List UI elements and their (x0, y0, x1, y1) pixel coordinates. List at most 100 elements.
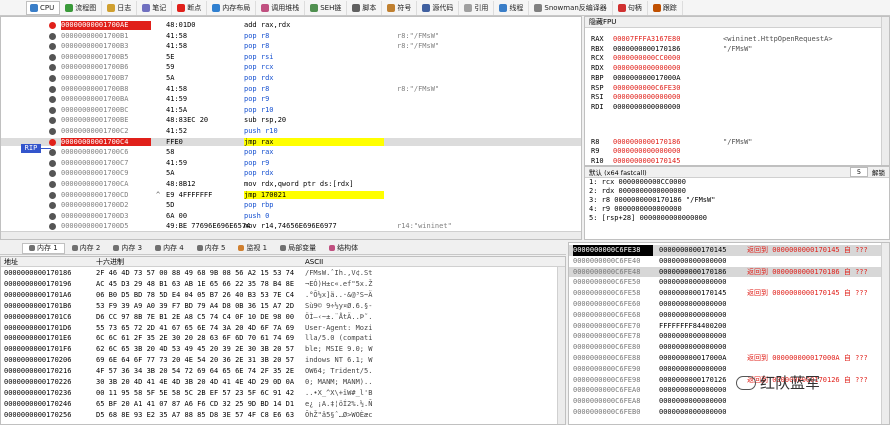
disasm-row[interactable]: 00000000001700BE 48:83EC 20 sub rsp,20 (1, 116, 581, 125)
disasm-row[interactable]: 00000000001700D5 49:BE 77696E696E6574 mov … (1, 222, 581, 231)
dump-hex[interactable]: D6 CC 97 8B 7E B1 2E A8 C5 74 C4 0F 10 D… (96, 312, 301, 322)
dump-row[interactable]: 00000000001701F6 62 6C 65 3B 20 4D 53 49 … (1, 344, 565, 354)
register-value[interactable]: 0000000000CC0000 (613, 54, 723, 63)
register-rcx[interactable]: RCX 0000000000CC0000 (591, 54, 723, 63)
dump-ascii[interactable]: ble; MSIE 9.0; W (305, 344, 505, 354)
dump-tab-3[interactable]: 内存 4 (149, 243, 190, 254)
stack-row[interactable]: 0000000000C6FE98 0000000000170126 返回到 0000… (569, 375, 889, 386)
disasm-row[interactable]: 00000000001700B1 41:58 pop r8 r8:"/FMsW" (1, 32, 581, 41)
register-rsi[interactable]: RSI 0000000000000000 (591, 93, 723, 102)
disasm-row[interactable]: 00000000001700AE 48:01D0 add rax,rdx (1, 21, 581, 30)
breakpoint-dot-icon[interactable] (49, 64, 56, 72)
stack-row[interactable]: 0000000000C6FE90 0000000000000000 (569, 364, 889, 375)
disasm-row[interactable]: 00000000001700B5 5E pop rsi (1, 53, 581, 62)
unlock-checkbox[interactable]: 解锁 (872, 167, 885, 177)
toolbar-tab-1[interactable]: 流程图 (62, 0, 103, 15)
disasm-row[interactable]: 00000000001700BC 41:5A pop r10 (1, 106, 581, 115)
stack-row[interactable]: 0000000000C6FE58 0000000000170145 返回到 0000… (569, 288, 889, 299)
register-value[interactable]: 00007FFFA3167E80 (613, 35, 723, 44)
register-value[interactable]: 0000000000170186 (613, 138, 723, 147)
disasm-row[interactable]: 00000000001700CA 48:8B12 mov rdx,qword ptr… (1, 180, 581, 189)
register-r8[interactable]: R8 0000000000170186 "/FMsW" (591, 138, 753, 147)
dump-row[interactable]: 00000000001701A6 06 B0 D5 BD 78 5D E4 04 … (1, 290, 565, 300)
dump-hex[interactable]: AC 45 D3 29 48 B1 63 AB 1E 65 66 22 35 7… (96, 279, 301, 289)
register-value[interactable]: 0000000000000000 (613, 64, 723, 73)
disasm-row[interactable]: 00000000001700B8 41:58 pop r8 r8:"/FMsW" (1, 85, 581, 94)
dump-ascii[interactable]: ÖÌ—‹~±.¨ÅtÄ..Þ˜. (305, 312, 505, 322)
stack-row[interactable]: 0000000000C6FE40 0000000000000000 (569, 256, 889, 267)
cpu-horizontal-scrollbar[interactable] (1, 231, 581, 239)
hide-fpu-button[interactable]: 隐藏FPU (585, 17, 889, 28)
dump-row[interactable]: 0000000000170256 D5 68 8E 93 E2 35 A7 88 … (1, 410, 565, 420)
disasm-row[interactable]: 00000000001700C7 41:59 pop r9 (1, 159, 581, 168)
register-rdx[interactable]: RDX 0000000000000000 (591, 64, 723, 73)
dump-hex[interactable]: 55 73 65 72 2D 41 67 65 6E 74 3A 20 4D 6… (96, 323, 301, 333)
dump-tab-5[interactable]: 监视 1 (232, 243, 273, 254)
breakpoint-dot-icon[interactable] (49, 32, 56, 40)
disasm-row[interactable]: 00000000001700C4 FFE0 jmp rax (1, 137, 581, 147)
register-rsp[interactable]: RSP 0000000000C6FE30 (591, 84, 723, 93)
dump-hex[interactable]: 4F 57 36 34 3B 20 54 72 69 64 65 6E 74 2… (96, 366, 301, 376)
toolbar-tab-8[interactable]: 脚本 (349, 0, 383, 15)
dump-hex[interactable]: 62 6C 65 3B 20 4D 53 49 45 20 39 2E 30 3… (96, 344, 301, 354)
register-value[interactable]: 0000000000000000 (613, 103, 723, 112)
toolbar-tab-4[interactable]: 断点 (174, 0, 208, 15)
dump-row[interactable]: 0000000000170216 4F 57 36 34 3B 20 54 72 … (1, 366, 565, 376)
register-value[interactable]: 0000000000170186 (613, 45, 723, 54)
disasm-row[interactable]: 00000000001700CD E9 4FFFFFFF jmp 170021 ^ (1, 190, 581, 200)
dump-hex[interactable]: 53 F9 39 A9 A0 39 F7 BD 79 A4 D8 0B 36 1… (96, 301, 301, 311)
disasm-row[interactable]: 00000000001700D2 5D pop rbp (1, 201, 581, 210)
disasm-row[interactable]: 00000000001700B7 5A pop rdx (1, 74, 581, 83)
breakpoint-dot-icon[interactable] (49, 117, 56, 125)
register-rdi[interactable]: RDI 0000000000000000 (591, 103, 723, 112)
dump-scrollbar[interactable] (557, 267, 565, 424)
stack-scrollbar[interactable] (881, 243, 889, 424)
call-arg-row[interactable]: 1: rcx 0000000000CC0000 (585, 178, 889, 187)
breakpoint-dot-icon[interactable] (49, 53, 56, 61)
breakpoint-dot-icon[interactable] (49, 22, 56, 29)
disasm-row[interactable]: 00000000001700B3 41:58 pop r8 r8:"/FMsW" (1, 42, 581, 51)
dump-tab-0[interactable]: 内存 1 (22, 242, 65, 254)
dump-tab-1[interactable]: 内存 2 (66, 243, 107, 254)
toolbar-tab-13[interactable]: Snowman反编译器 (531, 0, 613, 15)
register-value[interactable]: 0000000000170145 (613, 157, 723, 165)
breakpoint-dot-icon[interactable] (49, 149, 56, 157)
breakpoint-dot-icon[interactable] (49, 96, 56, 104)
dump-hex[interactable]: 2F 46 4D 73 57 00 88 49 68 9B 08 56 A2 1… (96, 268, 301, 278)
register-value[interactable]: 0000000000000000 (613, 147, 723, 156)
dump-ascii[interactable]: /FMsW.ˆIh.‚V¢.St (305, 268, 505, 278)
dump-row[interactable]: 0000000000170236 00 11 95 58 5F 5E 58 5C … (1, 388, 565, 398)
stack-row[interactable]: 0000000000C6FE60 0000000000000000 (569, 299, 889, 310)
dump-hex[interactable]: 30 3B 20 4D 41 4E 4D 3B 20 4D 41 4E 4D 2… (96, 377, 301, 387)
memory-dump-pane[interactable]: 地址 十六进制 ASCII 0000000000170186 2F 46 4D 7… (0, 256, 566, 425)
toolbar-tab-5[interactable]: 内存布局 (209, 0, 257, 15)
dump-ascii[interactable]: User-Agent: Mozi (305, 323, 505, 333)
disasm-row[interactable]: 00000000001700D3 6A 00 push 0 (1, 212, 581, 221)
dump-row[interactable]: 0000000000170206 69 6E 64 6F 77 73 20 4E … (1, 355, 565, 365)
cpu-disassembly-pane[interactable]: 00000000001700AE 48:01D0 add rax,rdx 000000… (0, 16, 582, 240)
dump-row[interactable]: 0000000000170196 AC 45 D3 29 48 B1 63 AB … (1, 279, 565, 289)
stack-row[interactable]: 0000000000C6FE70 FFFFFFFF84400200 (569, 321, 889, 332)
stack-row[interactable]: 0000000000C6FE50 0000000000000000 (569, 277, 889, 288)
toolbar-tab-6[interactable]: 调用堆栈 (258, 0, 306, 15)
breakpoint-dot-icon[interactable] (49, 223, 56, 231)
call-arg-row[interactable]: 2: rdx 0000000000000000 (585, 187, 889, 196)
stack-row[interactable]: 0000000000C6FE38 0000000000170145 返回到 0000… (569, 245, 889, 256)
register-rax[interactable]: RAX 00007FFFA3167E80 <wininet.HttpOpenRequ… (591, 35, 833, 44)
toolbar-tab-14[interactable]: 句柄 (615, 0, 648, 15)
breakpoint-dot-icon[interactable] (49, 128, 56, 135)
breakpoint-dot-icon[interactable] (49, 85, 56, 93)
stack-pane[interactable]: 0000000000C6FE38 0000000000170145 返回到 0000… (568, 242, 890, 425)
breakpoint-dot-icon[interactable] (49, 106, 56, 114)
disasm-row[interactable]: 00000000001700C2 41:52 push r10 (1, 127, 581, 136)
call-args-pane[interactable]: 默认 (x64 fastcall) 5 解锁 1: rcx 0000000000… (584, 166, 890, 240)
dump-row[interactable]: 00000000001701C6 D6 CC 97 8B 7E B1 2E A8 … (1, 312, 565, 322)
dump-row[interactable]: 00000000001701E6 6C 6C 61 2F 35 2E 30 20 … (1, 333, 565, 343)
stack-row[interactable]: 0000000000C6FEB0 0000000000000000 (569, 407, 889, 418)
disasm-row[interactable]: 00000000001700C9 5A pop rdx (1, 169, 581, 178)
call-arg-row[interactable]: 5: [rsp+28] 0000000000000000 (585, 214, 889, 223)
dump-row[interactable]: 0000000000170246 65 BF 20 A1 41 07 87 A6 … (1, 399, 565, 409)
breakpoint-dot-icon[interactable] (49, 191, 56, 199)
dump-tab-4[interactable]: 内存 5 (191, 243, 232, 254)
breakpoint-dot-icon[interactable] (49, 212, 56, 220)
